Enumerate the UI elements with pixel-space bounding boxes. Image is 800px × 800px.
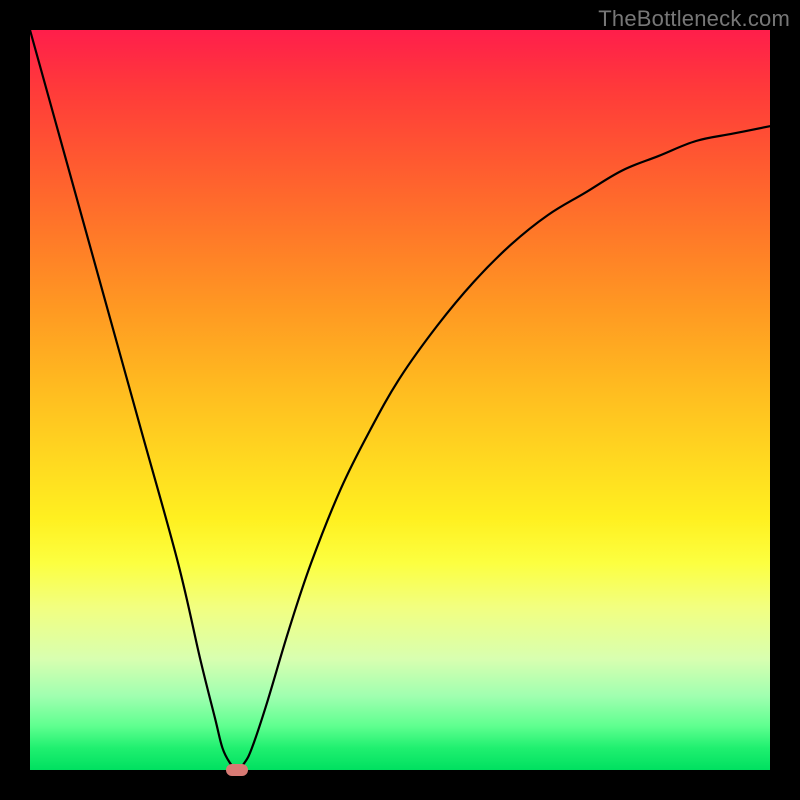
curve-svg [30, 30, 770, 770]
bottleneck-curve [30, 30, 770, 770]
watermark-text: TheBottleneck.com [598, 6, 790, 32]
plot-area [30, 30, 770, 770]
chart-frame: TheBottleneck.com [0, 0, 800, 800]
minimum-marker [226, 764, 248, 776]
